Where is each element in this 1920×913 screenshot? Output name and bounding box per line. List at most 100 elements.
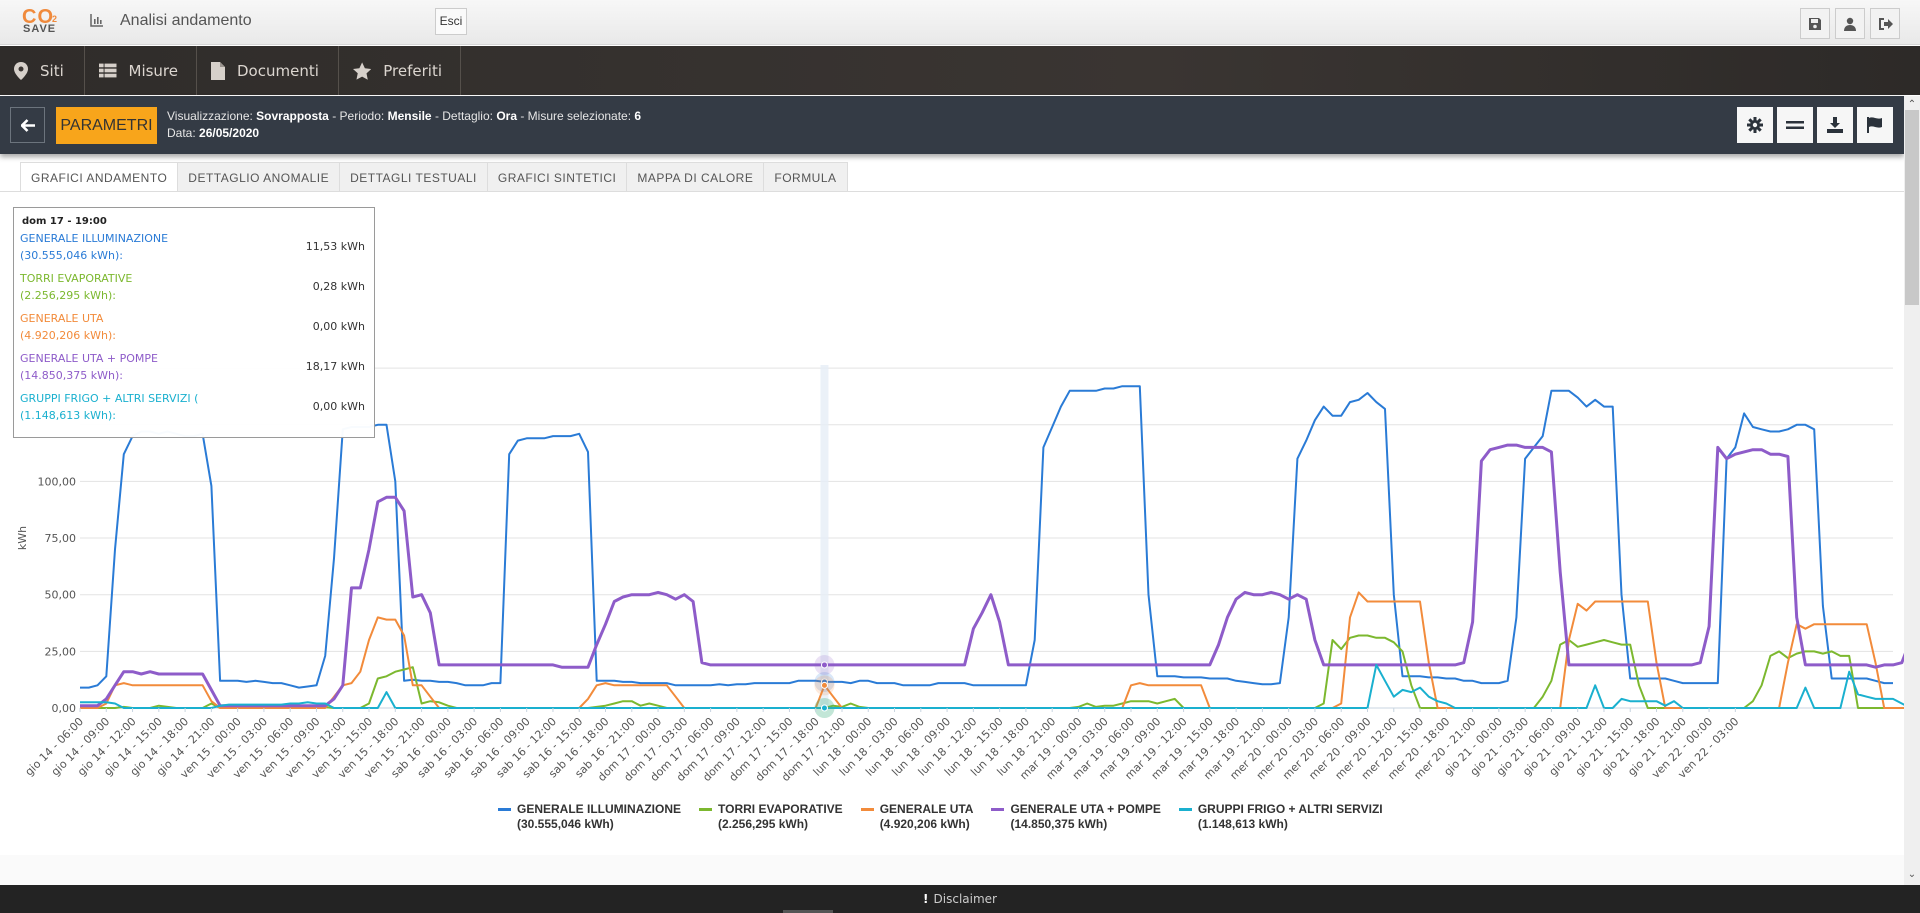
- legend-item-uta[interactable]: GENERALE UTA (4.920,206 kWh): [860, 802, 973, 832]
- disclaimer-bar[interactable]: ! Disclaimer: [0, 885, 1920, 913]
- content-fade: [0, 855, 1904, 885]
- flag-icon: [1867, 117, 1882, 133]
- nav-item-preferiti[interactable]: Preferiti: [339, 46, 461, 95]
- legend-swatch: [1178, 808, 1192, 811]
- misure-value: 6: [634, 109, 642, 123]
- legend-label: GENERALE ILLUMINAZIONE: [517, 802, 681, 816]
- disclaimer-label: Disclaimer: [933, 892, 997, 906]
- tab-formula[interactable]: FORMULA: [764, 162, 848, 192]
- page-scrollbar[interactable]: ⌃ ⌄: [1904, 96, 1920, 885]
- back-button[interactable]: [10, 107, 45, 143]
- legend-total: (2.256,295 kWh): [718, 817, 809, 831]
- parametri-button[interactable]: PARAMETRI: [56, 107, 157, 144]
- legend-swatch: [991, 808, 1005, 811]
- nav-item-documenti[interactable]: Documenti: [197, 46, 339, 95]
- parameters-summary: Visualizzazione: Sovrapposta - Periodo: …: [167, 108, 641, 142]
- chart-tooltip: dom 17 - 19:00 GENERALE ILLUMINAZIONE (30…: [13, 207, 375, 438]
- y-tick-label: 0,00: [52, 702, 77, 715]
- document-icon: [211, 61, 225, 80]
- settings-button[interactable]: [1737, 107, 1773, 143]
- layout-button[interactable]: [1777, 107, 1813, 143]
- y-axis-ticks: 0,00 25,00 50,00 75,00 100,00: [38, 475, 77, 715]
- esci-button[interactable]: Esci: [435, 8, 467, 35]
- legend-total: (4.920,206 kWh): [879, 817, 970, 831]
- legend-label: GRUPPI FRIGO + ALTRI SERVIZI: [1197, 802, 1383, 816]
- periodo-label: - Periodo:: [332, 109, 385, 123]
- flag-button[interactable]: [1857, 107, 1893, 143]
- legend-total: (1.148,613 kWh): [1197, 817, 1288, 831]
- download-icon: [1827, 117, 1843, 133]
- exclamation-icon: !: [923, 892, 929, 906]
- parameters-bar: PARAMETRI Visualizzazione: Sovrapposta -…: [0, 96, 1904, 154]
- legend-item-illuminazione[interactable]: GENERALE ILLUMINAZIONE (30.555,046 kWh): [498, 802, 681, 832]
- tooltip-series-total: (2.256,295 kWh):: [20, 289, 116, 302]
- hover-point: [820, 661, 828, 669]
- y-tick-label: 50,00: [45, 589, 77, 602]
- tooltip-header: dom 17 - 19:00: [22, 216, 107, 227]
- legend-label: TORRI EVAPORATIVE: [718, 802, 843, 816]
- legend-swatch: [860, 808, 874, 811]
- chart-legend: GENERALE ILLUMINAZIONE (30.555,046 kWh) T…: [498, 802, 1401, 832]
- main-nav: Siti Misure Documenti Preferiti: [0, 46, 1920, 95]
- hover-markers: [814, 654, 835, 718]
- tooltip-series-total: (14.850,375 kWh):: [20, 369, 123, 382]
- hover-point: [820, 681, 828, 689]
- visualizzazione-value: Sovrapposta: [256, 109, 329, 123]
- co2save-logo[interactable]: CO 2 SAVE: [20, 6, 68, 38]
- tooltip-row: GRUPPI FRIGO + ALTRI SERVIZI ((1.148,613…: [20, 390, 365, 430]
- nav-label: Documenti: [237, 61, 319, 80]
- legend-swatch: [498, 808, 511, 811]
- logo-save: SAVE: [23, 23, 57, 35]
- page-title: Analisi andamento: [120, 12, 252, 29]
- tooltip-series-name: GENERALE ILLUMINAZIONE: [20, 232, 169, 245]
- visualizzazione-label: Visualizzazione:: [167, 109, 253, 123]
- series-line-4[interactable]: [80, 443, 1904, 708]
- tooltip-series-name: TORRI EVAPORATIVE: [20, 272, 133, 285]
- arrow-left-icon: [20, 118, 35, 132]
- user-icon: [1844, 17, 1856, 31]
- save-icon: [1809, 17, 1821, 30]
- dettaglio-label: - Dettaglio:: [434, 109, 493, 123]
- tooltip-series-total: (30.555,046 kWh):: [20, 249, 123, 262]
- nav-item-siti[interactable]: Siti: [0, 46, 85, 95]
- nav-label: Siti: [40, 61, 64, 80]
- misure-label: - Misure selezionate:: [520, 109, 632, 123]
- download-button[interactable]: [1817, 107, 1853, 143]
- tooltip-series-value: 18,17 kWh: [305, 360, 365, 373]
- legend-total: (30.555,046 kWh): [517, 817, 614, 831]
- hover-point: [820, 704, 828, 712]
- tooltip-series-value: 0,00 kWh: [312, 400, 365, 413]
- logout-button[interactable]: [1870, 8, 1900, 39]
- nav-item-misure[interactable]: Misure: [85, 46, 197, 95]
- legend-item-uta-pompe[interactable]: GENERALE UTA + POMPE (14.850,375 kWh): [991, 802, 1161, 832]
- tab-grafici-sintetici[interactable]: GRAFICI SINTETICI: [487, 162, 628, 192]
- nav-label: Misure: [128, 61, 179, 80]
- top-bar: CO 2 SAVE Analisi andamento Esci: [0, 0, 1920, 45]
- y-tick-label: 100,00: [38, 475, 77, 488]
- tooltip-series-name: GENERALE UTA + POMPE: [20, 352, 158, 365]
- legend-item-gruppi-frigo[interactable]: GRUPPI FRIGO + ALTRI SERVIZI (1.148,613 k…: [1178, 802, 1383, 832]
- equals-icon: [1786, 121, 1804, 129]
- scroll-down-arrow[interactable]: ⌄: [1904, 869, 1920, 885]
- tab-grafici-andamento[interactable]: GRAFICI ANDAMENTO: [20, 162, 179, 192]
- data-label: Data:: [167, 126, 196, 140]
- save-button[interactable]: [1800, 8, 1830, 39]
- dettaglio-value: Ora: [496, 109, 517, 123]
- view-tabs: GRAFICI ANDAMENTO DETTAGLIO ANOMALIE DET…: [20, 162, 848, 192]
- tooltip-row: GENERALE ILLUMINAZIONE (30.555,046 kWh): …: [20, 230, 365, 270]
- x-axis-ticks: gio 14 - 06:00gio 14 - 09:00gio 14 - 12:…: [23, 708, 1741, 784]
- legend-item-torri[interactable]: TORRI EVAPORATIVE (2.256,295 kWh): [699, 802, 843, 832]
- tooltip-series-value: 0,28 kWh: [312, 280, 365, 293]
- periodo-value: Mensile: [387, 109, 432, 123]
- legend-total: (14.850,375 kWh): [1010, 817, 1108, 831]
- tab-dettagli-testuali[interactable]: DETTAGLI TESTUALI: [340, 162, 488, 192]
- tab-mappa-di-calore[interactable]: MAPPA DI CALORE: [627, 162, 765, 192]
- gear-icon: [1747, 117, 1763, 133]
- bar-chart-icon: [90, 14, 103, 27]
- tooltip-series-name: GENERALE UTA: [20, 312, 104, 325]
- legend-label: GENERALE UTA + POMPE: [1010, 802, 1161, 816]
- user-button[interactable]: [1835, 8, 1865, 39]
- data-value: 26/05/2020: [199, 126, 260, 140]
- scroll-thumb[interactable]: [1905, 110, 1919, 305]
- tab-dettaglio-anomalie[interactable]: DETTAGLIO ANOMALIE: [178, 162, 341, 192]
